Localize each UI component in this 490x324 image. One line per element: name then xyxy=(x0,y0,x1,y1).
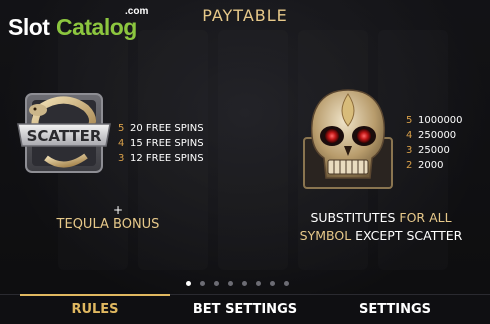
tab-bet-settings[interactable]: BET SETTINGS xyxy=(170,295,320,324)
scatter-pay-row: 4 15 FREE SPINS xyxy=(118,133,204,149)
subst-text-3: SYMBOL xyxy=(299,228,352,243)
plus-sign: + xyxy=(112,203,124,217)
bottom-tab-bar: RULES BET SETTINGS SETTINGS xyxy=(0,294,490,324)
wild-paytable: 5 1000000 4 250000 3 25000 2 2000 xyxy=(406,110,463,171)
tab-settings-label: SETTINGS xyxy=(358,302,432,317)
page-dot[interactable] xyxy=(270,281,275,286)
page-dot[interactable] xyxy=(242,281,247,286)
subst-text-2: FOR ALL xyxy=(395,210,452,225)
skull-wild-symbol-icon xyxy=(296,86,400,192)
pay-count: 2 xyxy=(406,160,413,171)
page-dot[interactable] xyxy=(284,281,289,286)
bonus-label: TEQULA BONUS xyxy=(56,217,160,232)
scatter-pay-row: 3 12 FREE SPINS xyxy=(118,148,204,164)
wild-pay-row: 4 250000 xyxy=(406,125,463,141)
page-title: PAYTABLE xyxy=(202,6,288,25)
wild-pay-row: 5 1000000 xyxy=(406,110,463,126)
pay-count: 3 xyxy=(118,153,125,164)
scatter-symbol-icon: SCATTER xyxy=(14,88,114,178)
page-dot[interactable] xyxy=(200,281,205,286)
page-dot[interactable] xyxy=(214,281,219,286)
wild-pay-row: 3 25000 xyxy=(406,140,463,156)
subst-text-4: EXCEPT SCATTER xyxy=(351,228,463,243)
pay-value: 12 FREE SPINS xyxy=(130,153,204,164)
wild-pay-row: 2 2000 xyxy=(406,155,463,171)
scatter-symbol-text: SCATTER xyxy=(27,127,102,145)
tab-rules[interactable]: RULES xyxy=(20,294,170,324)
wild-description: SUBSTITUTES FOR ALL SYMBOL EXCEPT SCATTE… xyxy=(283,209,479,245)
scatter-paytable: 5 20 FREE SPINS 4 15 FREE SPINS 3 12 FREE S… xyxy=(118,118,204,164)
tab-bet-settings-label: BET SETTINGS xyxy=(192,302,298,317)
page-dot[interactable] xyxy=(186,281,191,286)
page-dot[interactable] xyxy=(256,281,261,286)
tab-rules-label: RULES xyxy=(71,302,119,317)
pay-value: 2000 xyxy=(418,160,444,171)
page-dot[interactable] xyxy=(228,281,233,286)
active-tab-indicator xyxy=(20,294,170,296)
tab-settings[interactable]: SETTINGS xyxy=(320,295,470,324)
scatter-pay-row: 5 20 FREE SPINS xyxy=(118,118,204,134)
subst-text-1: SUBSTITUTES xyxy=(310,210,396,225)
